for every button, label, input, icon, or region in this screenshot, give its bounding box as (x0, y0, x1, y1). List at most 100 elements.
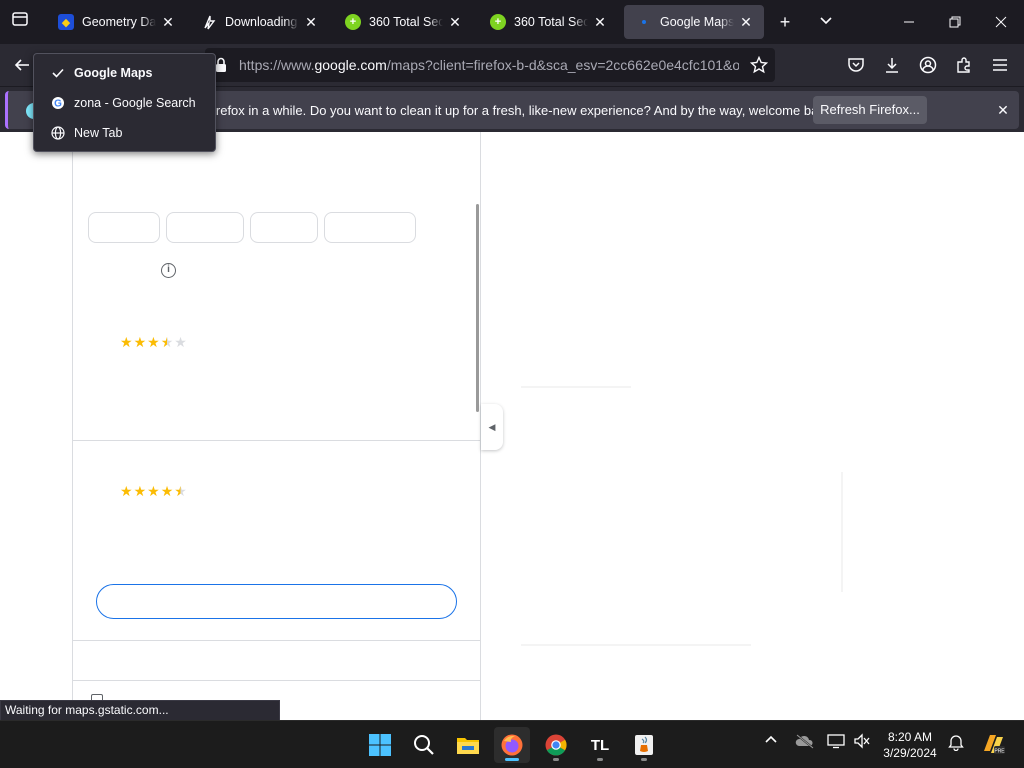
rating-stars: ★ ★ ★ ★ ★ (120, 335, 187, 349)
account-icon[interactable] (916, 53, 940, 77)
360-security-icon: + (345, 14, 361, 30)
clock-time: 8:20 AM (887, 730, 933, 744)
star-icon: ★ (174, 334, 187, 350)
checkmark-icon (50, 65, 66, 81)
history-item-google-maps[interactable]: Google Maps (34, 58, 215, 88)
running-indicator (553, 758, 559, 761)
star-icon: ★ (133, 483, 147, 499)
tab-geometry-dash[interactable]: ◆ Geometry Dash ✕ (46, 5, 186, 39)
refresh-firefox-button[interactable]: Refresh Firefox... (813, 96, 927, 124)
restore-icon[interactable] (932, 0, 978, 44)
star-icon: ★ (120, 483, 133, 499)
google-icon: G (50, 95, 66, 111)
map-road (521, 644, 751, 646)
filter-chip[interactable] (88, 212, 160, 243)
tab-title: Google Maps (660, 15, 734, 29)
tlauncher-icon[interactable]: TL (582, 727, 618, 763)
star-icon: ★ (160, 334, 174, 350)
map-road (841, 472, 843, 592)
svg-text:PRE: PRE (994, 749, 1005, 755)
firefox-view-icon[interactable] (8, 10, 32, 34)
map-road (521, 386, 631, 388)
list-all-tabs-chevron-icon[interactable] (814, 10, 838, 34)
clock-date: 3/29/2024 (883, 746, 937, 760)
new-tab-plus-icon[interactable]: + (773, 10, 797, 34)
lightning-icon (201, 14, 217, 30)
tab-strip: ◆ Geometry Dash ✕ Downloading Gr ✕ + 360… (0, 0, 1024, 44)
bookmark-star-icon[interactable] (747, 53, 771, 77)
star-icon: ★ (120, 334, 133, 350)
tab-title: Downloading Gr (225, 15, 299, 29)
info-circle-icon[interactable]: i (161, 263, 176, 278)
filter-chip[interactable] (324, 212, 416, 243)
notification-close-icon[interactable]: ✕ (993, 100, 1013, 120)
tab-360-security-2[interactable]: + 360 Total Securit ✕ (478, 5, 618, 39)
url-path: /maps?client=firefox-b-d&sca_esv=2cc662e… (386, 57, 739, 73)
window-close-icon[interactable] (978, 0, 1024, 44)
history-item-new-tab[interactable]: New Tab (34, 118, 215, 148)
windows-start-icon[interactable] (362, 727, 398, 763)
menu-hamburger-icon[interactable] (988, 53, 1012, 77)
star-icon: ★ (160, 483, 174, 499)
copilot-icon[interactable]: PRE (980, 731, 1006, 760)
history-item-label: Google Maps (74, 66, 153, 80)
maps-side-panel: i ★ ★ ★ ★ ★ ★ ★ ★ ★ ★ (72, 132, 481, 720)
loading-status: Waiting for maps.gstatic.com... (0, 700, 280, 721)
back-history-dropdown: Google Maps G zona - Google Search New T… (33, 53, 216, 152)
system-clock[interactable]: 8:20 AM 3/29/2024 (880, 729, 940, 761)
tab-360-security-1[interactable]: + 360 Total Securit ✕ (333, 5, 473, 39)
star-icon: ★ (174, 483, 187, 499)
svg-text:G: G (54, 99, 62, 110)
close-icon[interactable]: ✕ (303, 14, 319, 30)
panel-scrollbar[interactable] (476, 204, 479, 412)
file-explorer-icon[interactable] (450, 727, 486, 763)
close-icon[interactable]: ✕ (738, 14, 754, 30)
tab-title: Geometry Dash (82, 15, 156, 29)
onedrive-offline-icon[interactable] (795, 733, 815, 752)
firefox-icon[interactable] (494, 727, 530, 763)
history-item-zona-search[interactable]: G zona - Google Search (34, 88, 215, 118)
globe-icon (50, 125, 66, 141)
extensions-icon[interactable] (952, 53, 976, 77)
url-domain: google.com (314, 57, 387, 73)
collapse-panel-button[interactable]: ◀ (481, 404, 503, 450)
filter-chip[interactable] (166, 212, 244, 243)
page-content: i ★ ★ ★ ★ ★ ★ ★ ★ ★ ★ ◀ (0, 132, 1024, 720)
star-icon: ★ (147, 483, 160, 499)
windows-taskbar: TL 8:20 AM 3/29/2024 PRE (0, 720, 1024, 768)
tab-title: 360 Total Securit (514, 15, 588, 29)
show-hidden-icons-chevron-icon[interactable] (764, 733, 778, 750)
google-maps-icon (636, 14, 652, 30)
more-results-button[interactable] (96, 584, 457, 619)
history-item-label: zona - Google Search (74, 96, 196, 110)
close-icon[interactable]: ✕ (592, 14, 608, 30)
close-icon[interactable]: ✕ (447, 14, 463, 30)
map-canvas[interactable] (481, 132, 1024, 720)
360-security-icon: + (490, 14, 506, 30)
star-icon: ★ (133, 334, 147, 350)
url-text[interactable]: https://www.google.com/maps?client=firef… (239, 57, 739, 73)
chrome-icon[interactable] (538, 727, 574, 763)
result-divider (73, 640, 480, 641)
downloads-icon[interactable] (880, 53, 904, 77)
running-indicator (641, 758, 647, 761)
url-bar[interactable]: https://www.google.com/maps?client=firef… (205, 48, 775, 82)
display-icon[interactable] (827, 733, 845, 752)
running-indicator (597, 758, 603, 761)
running-indicator (505, 758, 519, 761)
star-icon: ★ (147, 334, 160, 350)
tab-title: 360 Total Securit (369, 15, 443, 29)
java-icon[interactable] (626, 727, 662, 763)
back-arrow-icon[interactable] (10, 53, 34, 77)
tab-downloading[interactable]: Downloading Gr ✕ (189, 5, 329, 39)
notification-bell-icon[interactable] (948, 733, 964, 754)
filter-chip[interactable] (250, 212, 318, 243)
volume-muted-icon[interactable] (853, 733, 871, 752)
geometry-dash-icon: ◆ (58, 14, 74, 30)
tab-google-maps[interactable]: Google Maps ✕ (624, 5, 764, 39)
history-item-label: New Tab (74, 126, 123, 140)
minimize-icon[interactable] (886, 0, 932, 44)
search-icon[interactable] (406, 727, 442, 763)
close-icon[interactable]: ✕ (160, 14, 176, 30)
pocket-icon[interactable] (844, 53, 868, 77)
